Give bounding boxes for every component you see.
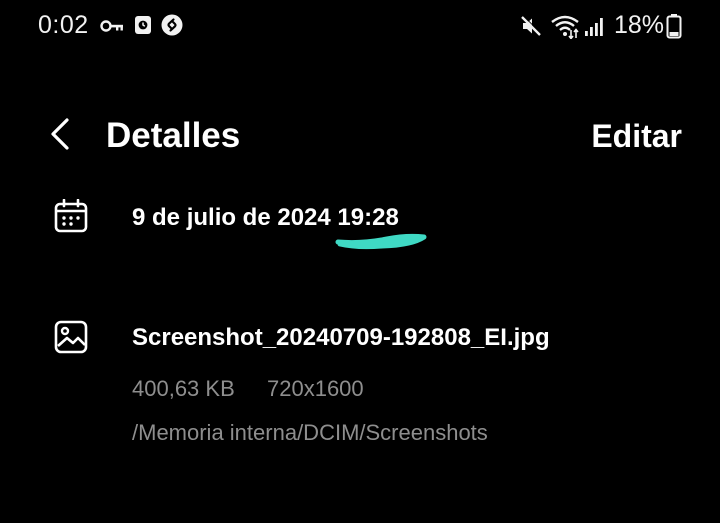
battery-icon: [666, 14, 682, 39]
file-name: Screenshot_20240709-192808_EI.jpg: [132, 324, 550, 351]
highlight-underline-mark: [335, 233, 427, 250]
clock-app-icon: [135, 16, 151, 34]
file-path: /Memoria interna/DCIM/Screenshots: [132, 420, 488, 445]
status-time: 0:02: [38, 11, 89, 39]
key-icon: [100, 20, 123, 32]
page-title: Detalles: [106, 116, 241, 155]
header: Detalles Editar: [0, 106, 720, 166]
file-resolution: 720x1600: [267, 376, 364, 401]
edit-button[interactable]: Editar: [591, 116, 682, 156]
status-bar: 0:02 18%: [0, 0, 720, 52]
wifi-icon: [551, 15, 579, 39]
image-icon: [54, 320, 88, 354]
back-button[interactable]: [40, 114, 84, 158]
shazam-icon: [161, 14, 183, 36]
signal-icon: [585, 18, 603, 36]
mute-icon: [521, 15, 542, 36]
file-size: 400,63 KB: [132, 376, 235, 401]
battery-percentage: 18%: [614, 11, 665, 39]
calendar-icon: [54, 199, 88, 233]
chevron-left-icon: [51, 118, 69, 150]
